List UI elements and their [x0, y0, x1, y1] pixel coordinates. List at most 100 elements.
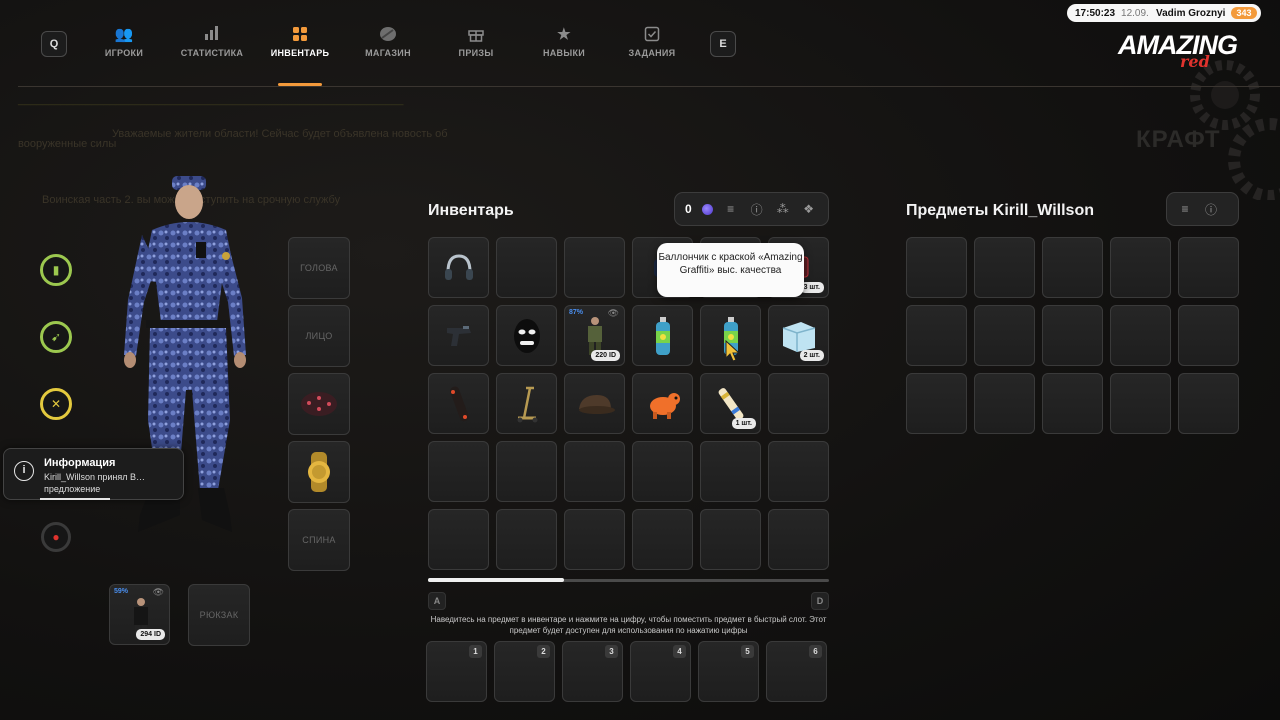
other-item-slot[interactable]: [1110, 237, 1171, 298]
other-item-slot[interactable]: [1042, 237, 1103, 298]
gold-watch-item: [308, 452, 330, 492]
inventory-slot[interactable]: [496, 373, 557, 434]
search-key-button[interactable]: Q: [41, 31, 67, 57]
craft-icon[interactable]: ⁂: [775, 202, 791, 216]
edit-key-button[interactable]: E: [710, 31, 736, 57]
equip-slot-face[interactable]: ЛИЦО: [288, 305, 350, 367]
level-badge: 343: [1231, 7, 1257, 19]
other-item-slot[interactable]: [1110, 373, 1171, 434]
tab-prizes[interactable]: ПРИЗЫ: [436, 26, 516, 66]
inventory-slot[interactable]: [564, 237, 625, 298]
notification-progress: [40, 498, 110, 500]
tab-inventory[interactable]: ИНВЕНТАРЬ: [260, 26, 340, 66]
inventory-slot[interactable]: [428, 305, 489, 366]
scooter-item: [497, 374, 556, 433]
sort-icon[interactable]: ≡: [1177, 202, 1193, 216]
inventory-slot[interactable]: [496, 441, 557, 502]
eye-icon[interactable]: 👁: [608, 308, 619, 319]
quick-slot-number: 2: [537, 645, 550, 658]
other-item-slot[interactable]: [906, 305, 967, 366]
quick-slot-2[interactable]: 2: [494, 641, 555, 702]
inventory-page-thumb[interactable]: [428, 578, 564, 582]
tab-statistics[interactable]: СТАТИСТИКА: [172, 26, 252, 66]
face-icon: ●: [52, 530, 60, 544]
logo-subtext: red: [1180, 52, 1210, 71]
gift-icon: [436, 26, 516, 44]
other-item-slot[interactable]: [1042, 373, 1103, 434]
inventory-slot[interactable]: [428, 509, 489, 570]
drink-icon: ➹: [50, 330, 62, 344]
cap-item: [565, 374, 624, 433]
inventory-slot[interactable]: [564, 373, 625, 434]
skateboard-item: [429, 374, 488, 433]
quick-slot-3[interactable]: 3: [562, 641, 623, 702]
item-condition: 87%: [569, 309, 584, 316]
inventory-slot[interactable]: [768, 509, 829, 570]
inventory-slot[interactable]: [496, 305, 557, 366]
quick-slot-1[interactable]: 1: [426, 641, 487, 702]
quick-slot-5[interactable]: 5: [698, 641, 759, 702]
other-item-slot[interactable]: [1178, 237, 1239, 298]
tab-skills[interactable]: ★ НАВЫКИ: [524, 26, 604, 66]
balaclava-item: [497, 306, 556, 365]
skin-id-badge: 294 ID: [136, 629, 165, 640]
dropbox-icon[interactable]: ❖: [801, 202, 817, 216]
other-item-slot[interactable]: [974, 237, 1035, 298]
other-item-slot[interactable]: [1178, 305, 1239, 366]
other-item-slot[interactable]: [906, 373, 967, 434]
inventory-slot[interactable]: [632, 509, 693, 570]
prev-page-key[interactable]: A: [428, 592, 446, 610]
inventory-slot[interactable]: [564, 509, 625, 570]
next-page-key[interactable]: D: [811, 592, 829, 610]
backpack-slot[interactable]: РЮКЗАК: [188, 584, 250, 646]
inventory-slot[interactable]: [632, 441, 693, 502]
eye-icon[interactable]: 👁: [153, 587, 164, 598]
equip-slot-head[interactable]: ГОЛОВА: [288, 237, 350, 299]
tab-tasks[interactable]: ЗАДАНИЯ: [612, 26, 692, 66]
info-circle-icon[interactable]: ⓘ: [1203, 201, 1219, 218]
skin-slot[interactable]: 59% 👁 294 ID: [109, 584, 170, 645]
inventory-slot[interactable]: 87% 👁 220 ID: [564, 305, 625, 366]
inventory-slot[interactable]: 1 шт.: [700, 373, 761, 434]
other-item-slot[interactable]: [974, 373, 1035, 434]
equip-slot-face-label: ЛИЦО: [305, 331, 333, 341]
inventory-slot[interactable]: 2 шт.: [768, 305, 829, 366]
notification-message: Kirill_Willson принял В… предложение: [44, 472, 146, 494]
equip-slot-chest[interactable]: [288, 373, 350, 435]
inventory-slot[interactable]: [496, 237, 557, 298]
inventory-icon: [260, 26, 340, 44]
equip-slot-back[interactable]: СПИНА: [288, 509, 350, 571]
tab-skills-label: НАВЫКИ: [542, 48, 586, 58]
players-icon: 👥: [114, 26, 134, 43]
tab-shop-label: МАГАЗИН: [365, 48, 411, 58]
inventory-title: Инвентарь: [428, 202, 514, 219]
inventory-slot[interactable]: [496, 509, 557, 570]
tab-shop[interactable]: МАГАЗИН: [348, 26, 428, 66]
other-item-slot[interactable]: [1178, 373, 1239, 434]
quick-slot-6[interactable]: 6: [766, 641, 827, 702]
quick-slot-hint: Наведитесь на предмет в инвентаре и нажм…: [430, 615, 827, 635]
inventory-slot[interactable]: [428, 237, 489, 298]
inventory-slot[interactable]: [428, 373, 489, 434]
inventory-slot[interactable]: [768, 373, 829, 434]
other-item-slot[interactable]: [1110, 305, 1171, 366]
inventory-slot[interactable]: [768, 441, 829, 502]
inventory-slot[interactable]: [632, 373, 693, 434]
inventory-slot[interactable]: [428, 441, 489, 502]
info-circle-icon[interactable]: ⓘ: [749, 201, 765, 218]
inventory-slot[interactable]: [632, 305, 693, 366]
inventory-slot[interactable]: [564, 441, 625, 502]
inventory-slot[interactable]: [700, 441, 761, 502]
sort-icon[interactable]: ≡: [723, 202, 739, 216]
quick-slot-4[interactable]: 4: [630, 641, 691, 702]
quick-slot-number: 6: [809, 645, 822, 658]
topbar-divider: [18, 86, 1280, 87]
inventory-slot[interactable]: [700, 509, 761, 570]
other-item-slot[interactable]: [974, 305, 1035, 366]
item-count-badge: 1 шт.: [731, 418, 756, 429]
equip-slot-watch[interactable]: [288, 441, 350, 503]
top-navigation-bar: Q 👥 ИГРОКИ СТАТИСТИКА ИНВЕНТАРЬ МАГАЗИН …: [0, 0, 1280, 86]
other-item-slot[interactable]: [906, 237, 967, 298]
other-item-slot[interactable]: [1042, 305, 1103, 366]
tab-players[interactable]: 👥 ИГРОКИ: [84, 26, 164, 66]
